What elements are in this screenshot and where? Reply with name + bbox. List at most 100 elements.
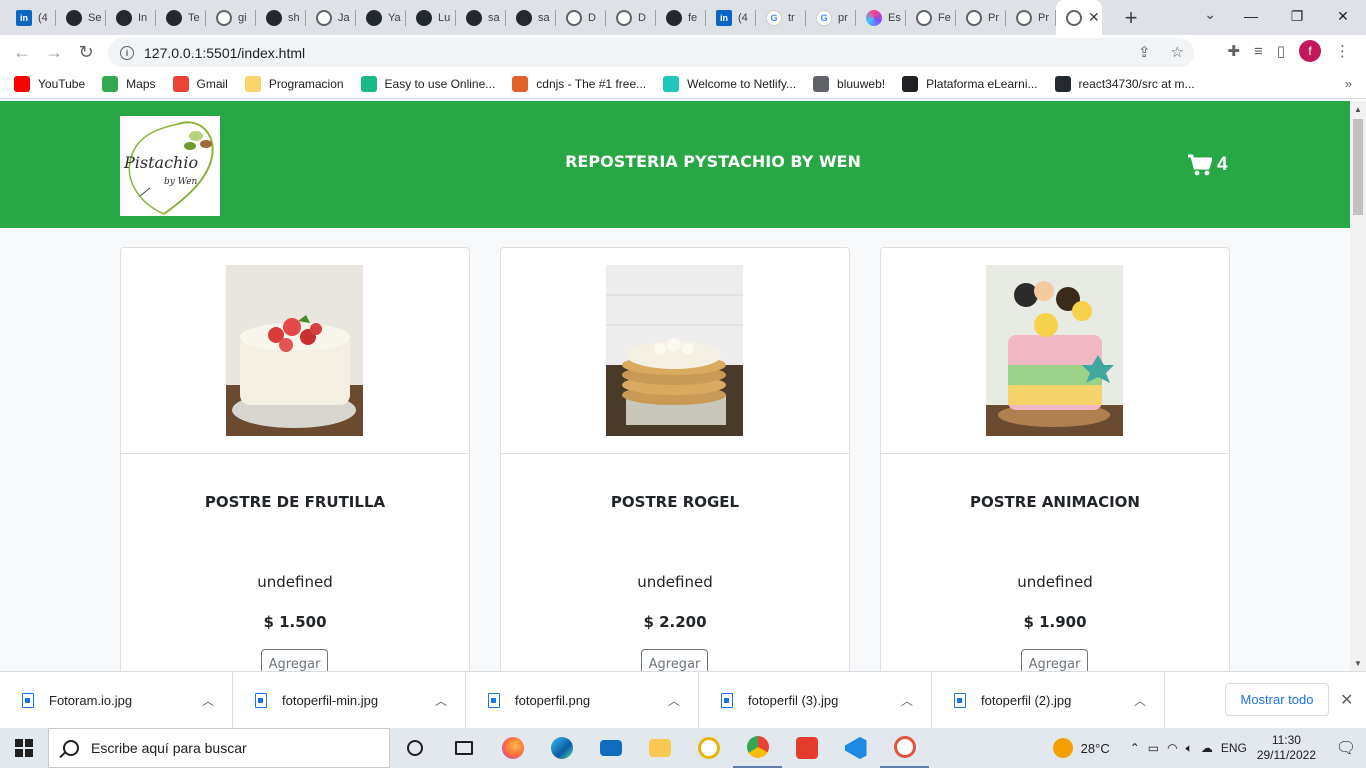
github-icon [366, 9, 382, 26]
reload-button[interactable]: ↻ [70, 37, 102, 69]
show-all-downloads-button[interactable]: Mostrar todo [1225, 683, 1329, 716]
chevron-up-icon[interactable]: ︿ [668, 692, 680, 709]
bookmark-item[interactable]: YouTube [14, 76, 85, 92]
browser-tab[interactable]: Pr [956, 0, 1006, 35]
back-button[interactable]: ← [6, 37, 38, 69]
chevron-up-icon[interactable]: ︿ [901, 692, 913, 709]
scroll-thumb[interactable] [1353, 119, 1363, 215]
reading-list-icon[interactable]: ≡ [1254, 43, 1263, 60]
browser-tab-active[interactable]: ✕ [1056, 0, 1102, 35]
chevron-up-icon[interactable]: ︿ [435, 692, 447, 709]
bookmark-item[interactable]: Programacion [244, 76, 344, 92]
bookmark-item[interactable]: bluuweb! [813, 76, 885, 92]
bookmark-item[interactable]: Plataforma eLearni... [902, 76, 1038, 92]
download-item[interactable]: fotoperfil (2).jpg ︿ [932, 671, 1165, 729]
page-scrollbar[interactable]: ▲ ▼ [1350, 101, 1366, 671]
menu-dots-icon[interactable]: ⋮ [1335, 42, 1350, 60]
wps-office-icon[interactable] [782, 728, 831, 768]
windows-start-button[interactable] [0, 728, 48, 768]
close-downloads-icon[interactable]: ✕ [1340, 690, 1353, 710]
bookmark-item[interactable]: Welcome to Netlify... [663, 76, 796, 92]
extensions-icon[interactable]: ✚ [1227, 42, 1240, 60]
scroll-up-arrow-icon[interactable]: ▲ [1350, 101, 1366, 117]
share-icon[interactable]: ⇪ [1138, 43, 1151, 61]
browser-tab[interactable]: sh [256, 0, 306, 35]
chevron-up-icon[interactable]: ︿ [1134, 692, 1146, 709]
add-to-cart-button[interactable]: Agregar [261, 649, 328, 671]
browser-tab[interactable]: fe [656, 0, 706, 35]
browser-tab[interactable]: sa [506, 0, 556, 35]
forward-button[interactable]: → [38, 37, 70, 69]
browser-tab[interactable]: D [556, 0, 606, 35]
browser-tab[interactable]: In [106, 0, 156, 35]
vscode-icon[interactable] [831, 728, 880, 768]
task-view-icon[interactable] [439, 728, 488, 768]
add-to-cart-button[interactable]: Agregar [641, 649, 708, 671]
firefox-icon[interactable] [488, 728, 537, 768]
bookmark-item[interactable]: Gmail [172, 76, 228, 92]
onedrive-icon[interactable]: ☁︎ [1201, 741, 1213, 755]
battery-icon[interactable]: ▭ [1148, 741, 1159, 755]
notifications-icon[interactable]: 🗨︎ [1326, 738, 1366, 758]
tab-title: pr [838, 11, 848, 24]
cortana-icon[interactable] [390, 728, 439, 768]
weather-icon[interactable] [1052, 738, 1073, 758]
browser-tab[interactable]: gi [206, 0, 256, 35]
brave-vpn-icon[interactable] [684, 728, 733, 768]
more-bookmarks-icon[interactable]: » [1345, 76, 1352, 91]
snipping-tool-icon[interactable] [880, 728, 929, 768]
browser-tab[interactable]: Se [56, 0, 106, 35]
download-item[interactable]: fotoperfil (3).jpg ︿ [699, 671, 932, 729]
cart-button[interactable]: 4 [1188, 154, 1228, 176]
download-item[interactable]: fotoperfil-min.jpg ︿ [233, 671, 466, 729]
download-item[interactable]: Fotoram.io.jpg ︿ [0, 671, 233, 729]
file-explorer-icon[interactable] [635, 728, 684, 768]
browser-tab[interactable]: Ja [306, 0, 356, 35]
close-tab-icon[interactable]: ✕ [1088, 9, 1100, 26]
scroll-down-arrow-icon[interactable]: ▼ [1350, 655, 1366, 671]
browser-tab[interactable]: Ya [356, 0, 406, 35]
volume-icon[interactable]: 🔈︎ [1186, 741, 1193, 756]
browser-tab[interactable]: Gtr [756, 0, 806, 35]
chrome-icon[interactable] [733, 728, 782, 768]
edge-icon[interactable] [537, 728, 586, 768]
wifi-icon[interactable]: ◠ [1167, 741, 1177, 755]
globe-icon [216, 9, 232, 26]
bookmark-label: Programacion [268, 77, 344, 91]
add-to-cart-button[interactable]: Agregar [1021, 649, 1088, 671]
browser-tab[interactable]: Lu [406, 0, 456, 35]
address-bar[interactable]: i 127.0.0.1:5501/index.html ⇪ ☆ [108, 38, 1194, 67]
tray-chevron-icon[interactable]: ⌃ [1130, 741, 1140, 755]
temperature[interactable]: 28°C [1081, 741, 1110, 756]
download-item[interactable]: fotoperfil.png ︿ [466, 671, 699, 729]
bookmark-item[interactable]: Maps [102, 76, 156, 92]
browser-tab[interactable]: Te [156, 0, 206, 35]
search-icon [63, 740, 79, 756]
bookmark-item[interactable]: Easy to use Online... [360, 76, 495, 92]
input-language[interactable]: ENG [1221, 741, 1247, 755]
browser-tab[interactable]: Es [856, 0, 906, 35]
browser-tab[interactable]: Gpr [806, 0, 856, 35]
restore-button[interactable]: ❐ [1274, 0, 1320, 32]
browser-tab-strip: in (4 Se In Te gi sh Ja Ya Lu sa sa D Dfe in (4 Gtr Gpr Es… [0, 0, 1366, 35]
site-info-icon[interactable]: i [120, 45, 134, 60]
browser-tab[interactable]: D [606, 0, 656, 35]
browser-tab[interactable]: Pr [1006, 0, 1056, 35]
side-panel-icon[interactable]: ▯ [1277, 42, 1285, 60]
browser-tab[interactable]: in (4 [706, 0, 756, 35]
tab-search-chevron-icon[interactable]: ⌄ [1204, 6, 1216, 23]
close-window-button[interactable]: ✕ [1320, 0, 1366, 32]
minimize-button[interactable]: — [1228, 0, 1274, 32]
browser-tab[interactable]: Fe [906, 0, 956, 35]
bookmark-star-icon[interactable]: ☆ [1171, 43, 1184, 61]
profile-avatar[interactable]: f [1299, 40, 1321, 62]
chevron-up-icon[interactable]: ︿ [202, 692, 214, 709]
browser-tab[interactable]: in (4 [6, 0, 56, 35]
taskbar-search-box[interactable]: Escribe aquí para buscar [48, 728, 390, 768]
mail-icon[interactable] [586, 728, 635, 768]
browser-tab[interactable]: sa [456, 0, 506, 35]
clock[interactable]: 11:30 29/11/2022 [1257, 733, 1316, 763]
bookmark-item[interactable]: react34730/src at m... [1054, 76, 1195, 92]
new-tab-button[interactable]: + [1116, 0, 1146, 35]
bookmark-item[interactable]: cdnjs - The #1 free... [512, 76, 646, 92]
